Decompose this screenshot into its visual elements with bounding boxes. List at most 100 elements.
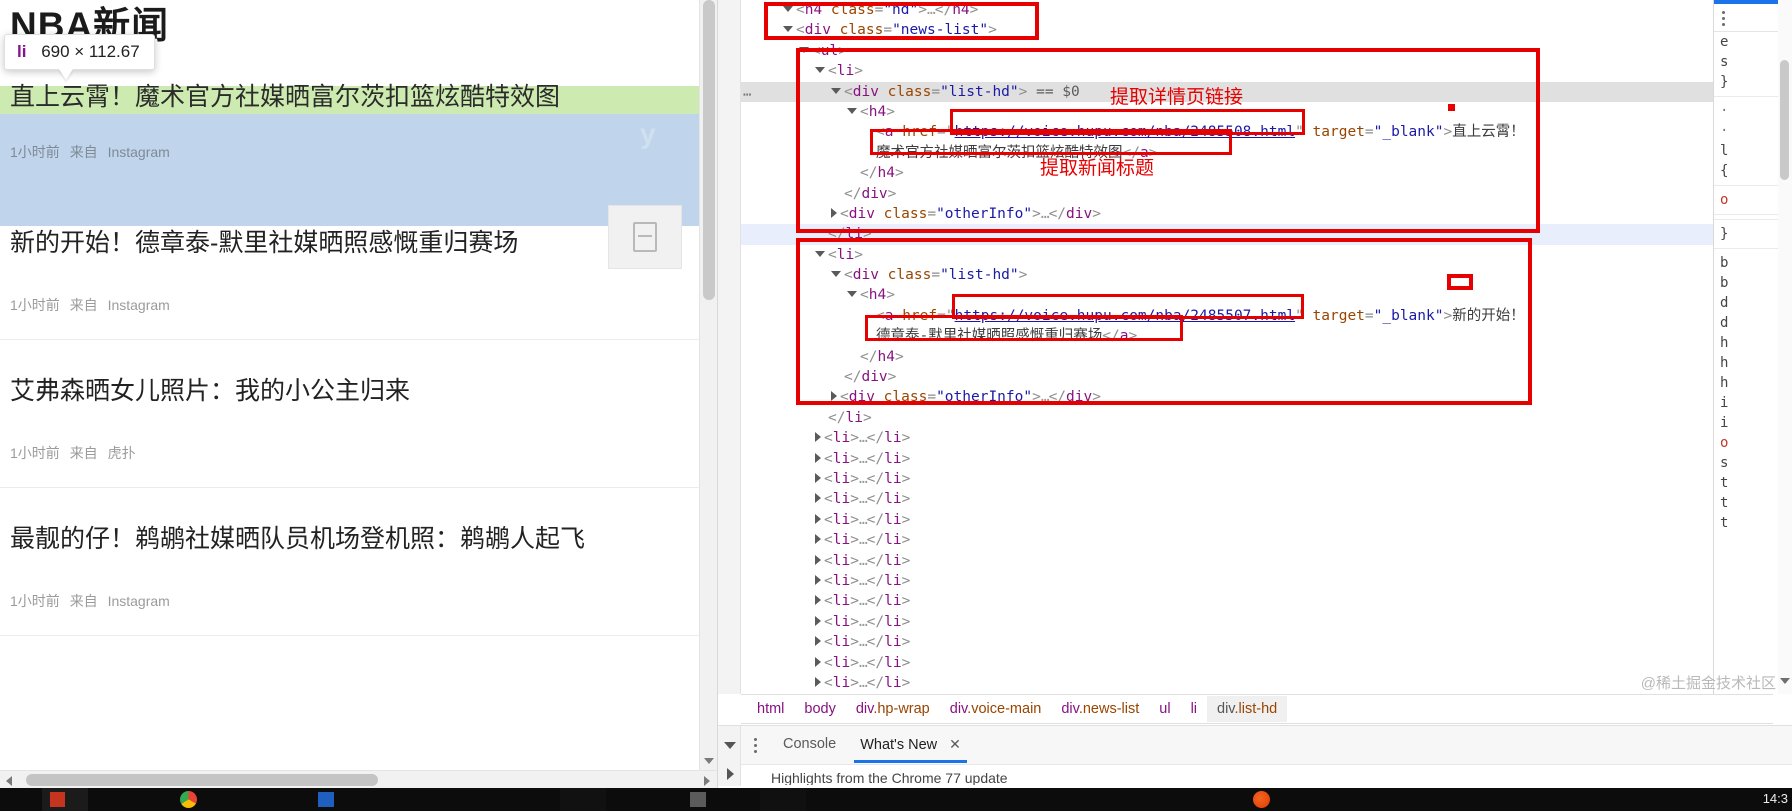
styles-scroll-down-icon[interactable]: [1780, 678, 1790, 684]
collapse-triangle-icon[interactable]: [831, 87, 841, 94]
styles-panel-scrollbar[interactable]: [1778, 0, 1792, 694]
dom-tree-row[interactable]: <li>…</li>: [741, 449, 1773, 469]
collapse-triangle-icon[interactable]: [815, 250, 825, 257]
page-vscroll-thumb[interactable]: [703, 0, 715, 300]
breadcrumb-item-div-list-hd[interactable]: div.list-hd: [1207, 696, 1288, 722]
dom-tree-row[interactable]: </div>: [741, 367, 1773, 387]
dom-tree-row[interactable]: <li>…</li>: [741, 673, 1773, 693]
breadcrumb-item-html[interactable]: html: [747, 696, 794, 722]
page-horizontal-scrollbar[interactable]: [0, 770, 717, 788]
dom-tree-row[interactable]: <li>…</li>: [741, 530, 1773, 550]
collapse-triangle-icon[interactable]: [847, 291, 857, 298]
drawer-tabstrip[interactable]: Console What's New ✕: [741, 726, 973, 763]
dom-tree-row[interactable]: <li>…</li>: [741, 653, 1773, 673]
news-item[interactable]: 最靓的仔！鹈鹕社媒晒队员机场登机照：鹈鹕人起飞 1小时前 来自 Instagra…: [0, 488, 700, 636]
dom-tree-row[interactable]: <li>…</li>: [741, 591, 1773, 611]
page-hscroll-thumb[interactable]: [26, 774, 378, 786]
dom-tree-row[interactable]: <li>…</li>: [741, 612, 1773, 632]
dom-tree-row[interactable]: <li>…</li>: [741, 489, 1773, 509]
news-item[interactable]: 艾弗森晒女儿照片：我的小公主归来 1小时前 来自 虎扑: [0, 340, 700, 488]
expand-triangle-icon[interactable]: [815, 452, 821, 463]
collapse-triangle-icon[interactable]: [799, 46, 809, 53]
dom-tree-row[interactable]: </h4>: [741, 163, 1773, 183]
expand-triangle-icon[interactable]: [815, 656, 821, 667]
page-vertical-scrollbar[interactable]: [699, 0, 717, 770]
dom-tree-row[interactable]: <div class="list-hd">: [741, 265, 1773, 285]
expand-triangle-icon[interactable]: [815, 534, 821, 545]
breadcrumb-item-div-news-list[interactable]: div.news-list: [1051, 696, 1149, 722]
expand-triangle-icon[interactable]: [831, 207, 837, 218]
taskbar-app-icon-5[interactable]: [760, 788, 806, 811]
expand-triangle-icon[interactable]: [815, 636, 821, 647]
dom-tree-row[interactable]: </li>: [741, 224, 1773, 245]
dom-tree-row[interactable]: <h4>: [741, 102, 1773, 122]
collapse-triangle-icon[interactable]: [815, 67, 825, 74]
news-item-title[interactable]: 新的开始！德章泰-默里社媒晒照感慨重归赛场: [10, 192, 700, 260]
dom-tree-row[interactable]: <div class="news-list">: [741, 20, 1773, 40]
news-item[interactable]: 新的开始！德章泰-默里社媒晒照感慨重归赛场 1小时前 来自 Instagram: [0, 192, 700, 340]
scroll-right-arrow-icon[interactable]: [704, 776, 710, 786]
expand-triangle-icon[interactable]: [815, 432, 821, 443]
dom-tree-row[interactable]: <li>…</li>: [741, 510, 1773, 530]
dom-tree-row[interactable]: <h4 class="hd">…</h4>: [741, 0, 1773, 20]
expand-triangle-icon[interactable]: [815, 513, 821, 524]
drawer-more-options-icon[interactable]: [741, 726, 771, 763]
dom-tree-row[interactable]: </h4>: [741, 347, 1773, 367]
breadcrumb-item-div-voice-main[interactable]: div.voice-main: [940, 696, 1052, 722]
os-taskbar[interactable]: 14:3: [0, 788, 1792, 811]
expand-triangle-icon[interactable]: [815, 472, 821, 483]
tab-console[interactable]: Console: [771, 726, 848, 763]
expand-triangle-icon[interactable]: [815, 493, 821, 504]
collapse-triangle-icon[interactable]: [783, 6, 793, 12]
expand-triangle-icon[interactable]: [815, 615, 821, 626]
dom-tree-row[interactable]: <li>…</li>: [741, 571, 1773, 591]
taskbar-app-icon-blue[interactable]: [318, 792, 334, 807]
breadcrumb-item-li[interactable]: li: [1181, 696, 1207, 722]
dom-attribute-link[interactable]: https://voice.hupu.com/nba/2485508.html: [955, 124, 1295, 140]
dom-tree-row[interactable]: <div class="otherInfo">…</div>: [741, 387, 1773, 407]
dom-tree-row[interactable]: </li>: [741, 408, 1773, 428]
collapse-triangle-icon[interactable]: [831, 271, 841, 278]
collapse-triangle-icon[interactable]: [783, 26, 793, 33]
close-icon[interactable]: ✕: [949, 736, 961, 752]
news-item-title[interactable]: 艾弗森晒女儿照片：我的小公主归来: [10, 340, 700, 408]
taskbar-app-icon-3[interactable]: [560, 788, 606, 811]
styles-scroll-thumb[interactable]: [1780, 60, 1789, 180]
styles-panel[interactable]: e s} · · l{o} b b d d h h h i i o s t t t: [1713, 0, 1792, 694]
scroll-left-arrow-icon[interactable]: [6, 776, 12, 786]
expand-triangle-icon[interactable]: [815, 554, 821, 565]
elements-dom-tree[interactable]: <h4 class="hd">…</h4> <div class="news-li…: [741, 0, 1773, 694]
chevron-down-icon[interactable]: [724, 742, 736, 749]
dom-tree-row[interactable]: <li>…</li>: [741, 551, 1773, 571]
collapse-triangle-icon[interactable]: [847, 107, 857, 114]
dom-tree-row[interactable]: <ul>: [741, 41, 1773, 61]
dom-attribute-link[interactable]: https://voice.hupu.com/nba/2485507.html: [955, 308, 1295, 324]
dom-tree-row[interactable]: <li>…</li>: [741, 428, 1773, 448]
dom-tree-row[interactable]: <div class="otherInfo">…</div>: [741, 204, 1773, 224]
breadcrumb-item-body[interactable]: body: [794, 696, 845, 722]
scroll-down-arrow-icon[interactable]: [704, 758, 714, 764]
tab-whats-new[interactable]: What's New ✕: [848, 726, 973, 763]
dom-tree-row[interactable]: 魔术官方社媒晒富尔茨扣篮炫酷特效图</a>: [741, 143, 1773, 163]
taskbar-app-icon-grey[interactable]: [690, 792, 706, 807]
breadcrumb-item-ul[interactable]: ul: [1149, 696, 1180, 722]
dom-tree-row[interactable]: 德章泰-默里社媒晒照感慨重归赛场</a>: [741, 326, 1773, 346]
browser-icon-orange[interactable]: [1253, 791, 1270, 808]
expand-triangle-icon[interactable]: [815, 574, 821, 585]
expand-triangle-icon[interactable]: [815, 595, 821, 606]
dom-breadcrumb[interactable]: html body div.hp-wrap div.voice-main div.new…: [741, 694, 1773, 724]
dom-tree-row[interactable]: <h4>: [741, 285, 1773, 305]
news-item-title[interactable]: 最靓的仔！鹈鹕社媒晒队员机场登机照：鹈鹕人起飞: [10, 488, 700, 556]
dom-tree-row[interactable]: <li>: [741, 245, 1773, 265]
breadcrumb-item-div-hp-wrap[interactable]: div.hp-wrap: [846, 696, 940, 722]
taskbar-clock[interactable]: 14:3: [1763, 791, 1788, 806]
dom-tree-row[interactable]: <li>: [741, 61, 1773, 81]
chrome-icon[interactable]: [180, 791, 197, 808]
taskbar-app-icon-red[interactable]: [50, 792, 65, 807]
dom-tree-row[interactable]: <a href="https://voice.hupu.com/nba/2485…: [741, 122, 1773, 142]
expand-triangle-icon[interactable]: [831, 391, 837, 402]
dom-tree-row[interactable]: </div>: [741, 184, 1773, 204]
page-scroll-area[interactable]: NBA新闻 直上云霄！魔术官方社媒晒富尔茨扣篮炫酷特效图 1小时前 来自 Ins…: [0, 0, 700, 770]
dom-tree-row[interactable]: <li>…</li>: [741, 469, 1773, 489]
chevron-right-icon[interactable]: [727, 768, 734, 780]
